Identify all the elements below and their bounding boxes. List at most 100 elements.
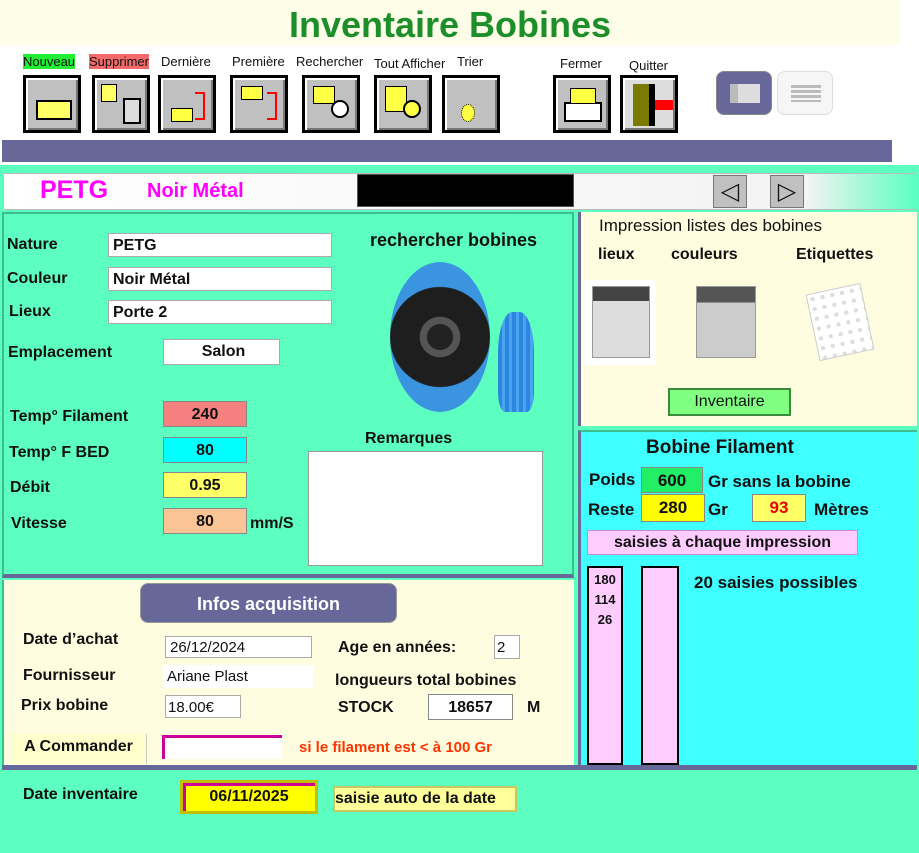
date-achat-field[interactable]: 26/12/2024 — [165, 636, 312, 658]
lieux-label: Lieux — [9, 303, 51, 320]
bobine-title: Bobine Filament — [646, 437, 794, 458]
vitesse-field[interactable]: 80 — [163, 508, 247, 534]
saisies-button[interactable]: saisies à chaque impression — [587, 530, 858, 555]
next-button[interactable]: ▷ — [770, 175, 804, 208]
trier-button[interactable] — [442, 75, 500, 133]
triangle-left-icon: ◁ — [720, 178, 740, 205]
labels-icon — [805, 282, 875, 362]
impression-title: Impression listes des bobines — [599, 216, 823, 235]
quitter-label: Quitter — [629, 58, 669, 73]
commander-field[interactable] — [162, 735, 282, 759]
printer-icon — [592, 286, 650, 358]
fermer-button[interactable] — [553, 75, 611, 133]
form-view-icon — [730, 84, 760, 103]
date-achat-label: Date d’achat — [23, 631, 119, 648]
inventaire-button[interactable]: Inventaire — [668, 388, 791, 416]
reste-label: Reste — [588, 500, 635, 519]
temp-bed-label: Temp° F BED — [9, 444, 110, 461]
nature-field[interactable]: PETG — [108, 233, 332, 257]
saisie-item: 114 — [594, 592, 616, 607]
poids-unit: Gr sans la bobine — [708, 472, 851, 491]
first-record-icon — [241, 86, 263, 100]
stock-label: STOCK — [338, 699, 394, 716]
app-title: Inventaire Bobines — [0, 0, 900, 45]
print-lieux-button[interactable] — [584, 280, 656, 365]
saisie-item: 180 — [594, 572, 616, 587]
list-view-icon — [791, 85, 821, 102]
reste-unit: Gr — [708, 500, 728, 519]
prix-field[interactable]: 18.00€ — [165, 695, 241, 718]
temp-filament-label: Temp° Filament — [10, 408, 129, 425]
debit-field[interactable]: 0.95 — [163, 472, 247, 498]
derniere-label: Dernière — [161, 54, 211, 69]
vitesse-label: Vitesse — [11, 515, 67, 532]
search-icon — [313, 86, 335, 104]
date-inventaire-field[interactable]: 06/11/2025 — [180, 780, 318, 814]
previous-button[interactable]: ◁ — [713, 175, 747, 208]
rechercher-bobines-link[interactable]: rechercher bobines — [370, 230, 537, 251]
lieux-print-label: lieux — [598, 246, 635, 263]
reste-field[interactable]: 280 — [641, 494, 705, 522]
list-view-button[interactable] — [777, 71, 833, 115]
date-inventaire-label: Date inventaire — [23, 786, 138, 803]
lieux-field[interactable]: Porte 2 — [108, 300, 332, 324]
new-record-icon — [36, 100, 72, 120]
rechercher-button[interactable] — [302, 75, 360, 133]
remarques-field[interactable] — [308, 451, 543, 566]
separator-bar — [2, 140, 892, 162]
emplacement-label: Emplacement — [8, 344, 113, 361]
etiquettes-print-label: Etiquettes — [796, 246, 874, 263]
trier-label: Trier — [457, 54, 484, 69]
triangle-right-icon: ▷ — [777, 178, 797, 205]
saisie-item: 26 — [597, 612, 613, 627]
couleur-field[interactable]: Noir Métal — [108, 267, 332, 291]
print-etiquettes-button[interactable] — [805, 282, 875, 362]
commander-note: si le filament est < à 100 Gr — [299, 739, 493, 756]
prix-label: Prix bobine — [21, 697, 109, 714]
nouveau-label: Nouveau — [23, 54, 76, 69]
commander-label: A Commander — [11, 734, 147, 764]
premiere-button[interactable] — [230, 75, 288, 133]
sort-icon — [461, 104, 475, 122]
premiere-label: Première — [232, 54, 285, 69]
temp-bed-field[interactable]: 80 — [163, 437, 247, 463]
metres-field: 93 — [752, 494, 806, 522]
saisies-list-2[interactable] — [641, 566, 679, 765]
form-view-button[interactable] — [716, 71, 772, 115]
supprimer-label: Supprimer — [89, 54, 149, 69]
tout-afficher-label: Tout Afficher — [374, 56, 446, 71]
vitesse-unit: mm/S — [250, 515, 294, 532]
saisies-list[interactable]: 180 114 26 — [587, 566, 623, 765]
derniere-button[interactable] — [158, 75, 216, 133]
last-record-icon — [171, 108, 193, 122]
emplacement-field[interactable]: Salon — [163, 339, 280, 365]
header-nature: PETG — [40, 176, 109, 204]
remarques-label: Remarques — [365, 430, 453, 447]
tout-afficher-button[interactable] — [374, 75, 432, 133]
couleur-label: Couleur — [7, 270, 68, 287]
nouveau-button[interactable] — [23, 75, 81, 133]
poids-field[interactable]: 600 — [641, 467, 703, 493]
temp-filament-field[interactable]: 240 — [163, 401, 247, 427]
close-printer-icon — [564, 102, 602, 122]
acquisition-title: Infos acquisition — [140, 583, 397, 623]
trash-icon — [123, 98, 141, 124]
exit-door-icon — [633, 84, 649, 126]
fournisseur-field[interactable]: Ariane Plast — [163, 665, 313, 688]
metres-unit: Mètres — [814, 500, 869, 519]
nature-label: Nature — [7, 236, 58, 253]
age-label: Age en années: — [338, 639, 457, 656]
print-couleurs-button[interactable] — [690, 280, 762, 365]
supprimer-button[interactable] — [92, 75, 150, 133]
printer-icon — [696, 286, 756, 358]
header-couleur: Noir Métal — [147, 180, 244, 202]
fournisseur-label: Fournisseur — [23, 667, 116, 684]
quitter-button[interactable] — [620, 75, 678, 133]
date-auto-note: saisie auto de la date — [333, 786, 517, 812]
rechercher-label: Rechercher — [296, 54, 364, 69]
saisies-possibles: 20 saisies possibles — [694, 573, 858, 592]
stock-unit: M — [527, 699, 541, 716]
search-combo[interactable] — [357, 174, 574, 207]
stock-field: 18657 — [428, 694, 513, 720]
debit-label: Débit — [10, 479, 50, 496]
